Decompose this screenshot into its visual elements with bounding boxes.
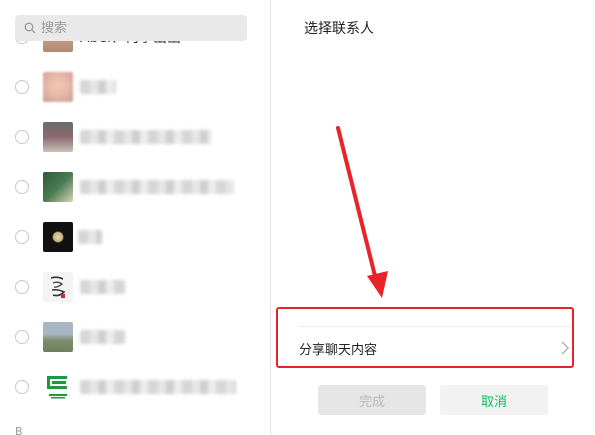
cancel-button[interactable]: 取消	[440, 385, 548, 415]
search-box[interactable]	[15, 15, 247, 41]
contact-row[interactable]	[0, 62, 270, 112]
annotation-highlight-box	[276, 307, 574, 368]
blurred-name	[80, 130, 212, 144]
avatar	[43, 172, 73, 202]
calligraphy-avatar-image	[50, 276, 66, 298]
select-radio[interactable]	[15, 380, 29, 394]
done-button[interactable]: 完成	[318, 385, 426, 415]
blurred-name	[80, 180, 234, 194]
select-radio[interactable]	[15, 230, 29, 244]
contact-row[interactable]	[0, 212, 270, 262]
avatar	[43, 322, 73, 352]
avatar	[43, 272, 73, 302]
blurred-name	[80, 380, 236, 394]
select-radio[interactable]	[15, 130, 29, 144]
blurred-name	[80, 330, 126, 344]
section-index-letter: B	[15, 425, 23, 435]
select-radio[interactable]	[15, 80, 29, 94]
avatar	[43, 122, 73, 152]
avatar	[43, 72, 73, 102]
china-post-logo-icon	[47, 376, 67, 399]
avatar	[43, 222, 73, 252]
selected-contacts-panel: 选择联系人 分享聊天内容 完成 取消	[271, 0, 595, 435]
contact-row[interactable]	[0, 112, 270, 162]
select-radio[interactable]	[15, 280, 29, 294]
blurred-name	[80, 80, 116, 94]
contact-list-panel: Abel、何季出出	[0, 0, 270, 435]
search-input[interactable]	[37, 16, 231, 40]
contact-row[interactable]	[0, 312, 270, 362]
search-icon	[23, 21, 37, 35]
panel-title: 选择联系人	[304, 21, 374, 37]
select-radio[interactable]	[15, 180, 29, 194]
blurred-name	[78, 230, 102, 244]
contact-row[interactable]	[0, 162, 270, 212]
blurred-name	[80, 280, 126, 294]
contact-row[interactable]	[0, 262, 270, 312]
select-radio[interactable]	[15, 330, 29, 344]
contact-picker-window: Abel、何季出出	[0, 0, 595, 435]
avatar	[43, 372, 73, 402]
contact-list: Abel、何季出出	[0, 22, 270, 412]
contact-row[interactable]	[0, 362, 270, 412]
